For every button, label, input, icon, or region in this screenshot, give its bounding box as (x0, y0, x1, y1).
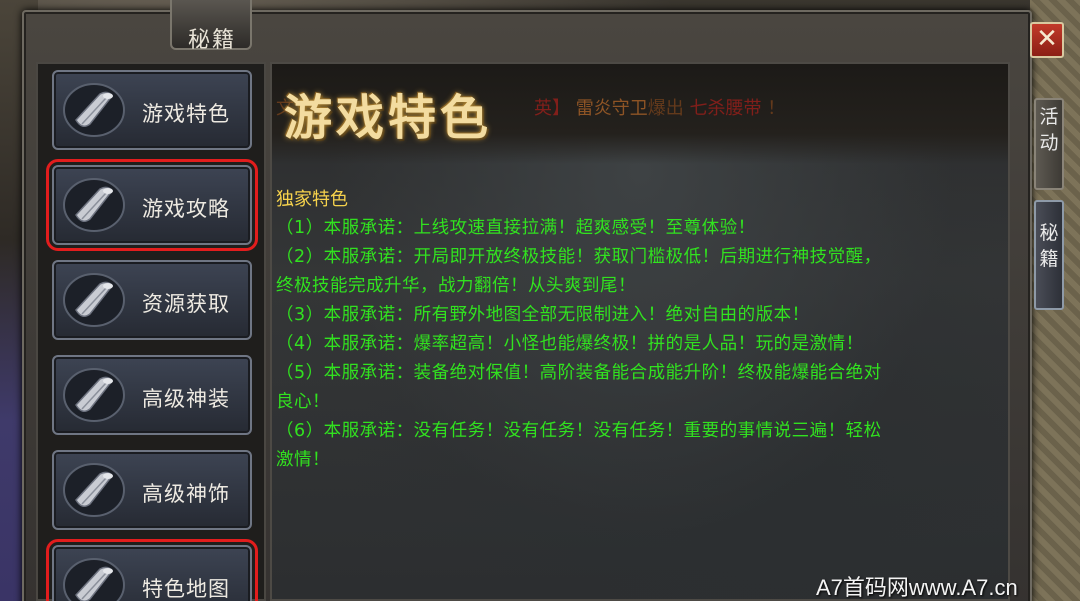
scroll-icon (63, 368, 125, 422)
nav-item-label: 资源获取 (142, 292, 230, 316)
close-icon: ✕ (1036, 24, 1058, 54)
scroll-icon (63, 273, 125, 327)
window-title: 秘籍 (187, 28, 236, 53)
section-title: 独家特色 (276, 189, 348, 210)
feature-line: （4）本服承诺：爆率超高！小怪也能爆终极！拼的是人品！玩的是激情！ (276, 334, 864, 354)
content-panel: 文英】 雷炎守卫爆出 七杀腰带 ！ 游戏特色 独家特色 （1）本服承诺：上线攻速… (270, 62, 1010, 601)
nav-item-label: 高级神装 (142, 387, 230, 411)
scroll-icon (63, 83, 125, 137)
feature-line: （2）本服承诺：开局即开放终极技能！获取门槛极低！后期进行神技觉醒， (276, 247, 882, 267)
ticker-suffix: ！ (767, 98, 786, 119)
side-tab-label: 秘 (1039, 222, 1059, 244)
side-tab-activity[interactable]: 活 动 (1034, 98, 1064, 190)
ticker-item: 七杀腰带 (689, 98, 762, 119)
close-button[interactable]: ✕ (1030, 22, 1064, 58)
nav-item-label: 高级神饰 (142, 482, 230, 506)
side-tab-label: 籍 (1039, 248, 1059, 270)
scroll-icon (63, 178, 125, 232)
feature-line: 终极技能完成升华，战力翻倍！从头爽到尾！ (276, 276, 636, 296)
nav-item-game-features[interactable]: 游戏特色 (52, 70, 252, 150)
side-tab-cheats[interactable]: 秘 籍 (1034, 200, 1064, 310)
side-tab-label: 活 (1039, 106, 1059, 128)
nav-item-label: 游戏特色 (142, 102, 230, 126)
ticker-name: 雷炎守卫 (575, 98, 648, 119)
feature-list: （1）本服承诺：上线攻速直接拉满！超爽感受！至尊体验！ （2）本服承诺：开局即开… (276, 214, 996, 475)
nav-item-label: 特色地图 (142, 577, 230, 601)
nav-item-advanced-gear[interactable]: 高级神装 (52, 355, 252, 435)
feature-line: 良心！ (276, 392, 330, 412)
nav-sidebar: 游戏特色 游戏攻略 资源获取 高级神装 高级神饰 特色地图 (36, 62, 266, 601)
ticker-bracket: 英】 (534, 98, 570, 119)
feature-line: 激情！ (276, 450, 330, 470)
side-tab-label: 动 (1039, 132, 1059, 154)
feature-line: （1）本服承诺：上线攻速直接拉满！超爽感受！至尊体验！ (276, 218, 756, 238)
content-title: 游戏特色 (284, 90, 493, 146)
feature-line: （6）本服承诺：没有任务！没有任务！没有任务！重要的事情说三遍！轻松 (276, 421, 882, 441)
feature-line: （5）本服承诺：装备绝对保值！高阶装备能合成能升阶！终极能爆能合绝对 (276, 363, 882, 383)
nav-item-game-guide[interactable]: 游戏攻略 (46, 159, 258, 251)
scroll-icon (63, 558, 125, 601)
nav-item-resource-acquisition[interactable]: 资源获取 (52, 260, 252, 340)
ticker-verb: 爆出 (647, 98, 684, 119)
nav-item-label: 游戏攻略 (142, 197, 230, 221)
site-watermark: A7首码网www.A7.cn (816, 575, 1018, 600)
scroll-icon (63, 463, 125, 517)
feature-line: （3）本服承诺：所有野外地图全部无限制进入！绝对自由的版本！ (276, 305, 810, 325)
nav-item-advanced-accessories[interactable]: 高级神饰 (52, 450, 252, 530)
nav-item-special-maps[interactable]: 特色地图 (46, 539, 258, 601)
